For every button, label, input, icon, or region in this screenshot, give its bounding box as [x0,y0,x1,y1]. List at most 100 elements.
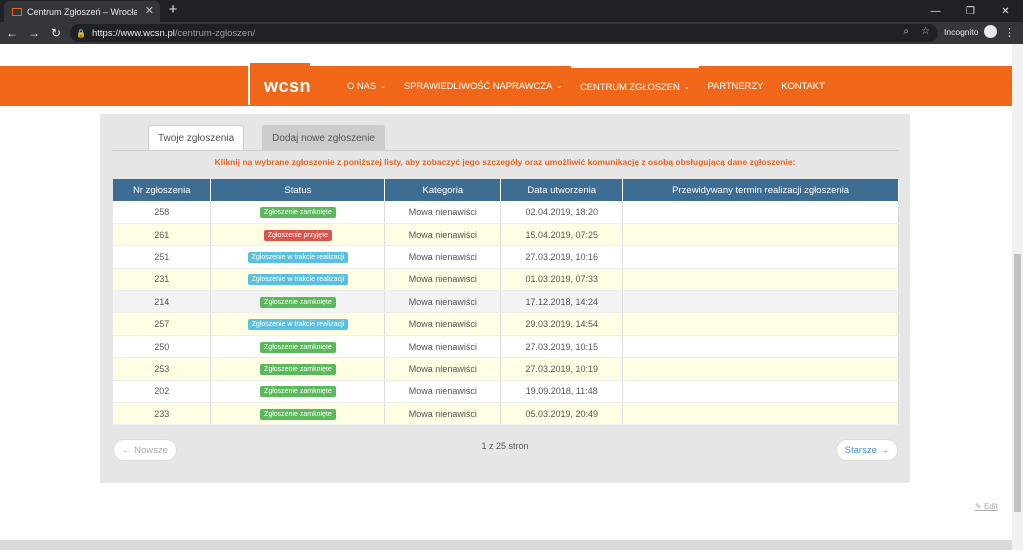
incognito-label: Incognito [944,26,979,37]
page-viewport: wcsn O NAS ⌄ SPRAWIEDLIWOŚĆ NAPRAWCZA ⌄ CE… [0,44,1012,550]
cell-status: Zgłoszenie zamknięte [210,357,386,381]
nav-label: KONTAKT [781,80,825,92]
zoom-search-icon[interactable]: ⌕ [903,26,909,37]
lock-icon: 🔒 [76,28,86,38]
table-row[interactable]: 214 Zgłoszenie zamknięte Mowa nienawiści… [113,290,899,314]
cell-created: 02.04.2019, 18:20 [500,201,624,224]
new-tab-button[interactable]: + [164,1,182,21]
cell-category: Mowa nienawiści [384,245,502,269]
cell-category: Mowa nienawiści [384,380,502,404]
cell-due [622,268,899,292]
cell-created: 27.03.2019, 10:15 [500,335,624,359]
site-favicon-icon [12,7,22,16]
cell-number: 257 [113,312,212,336]
restore-icon[interactable]: ❐ [953,0,988,22]
tab-close-icon[interactable]: ✕ [145,4,154,17]
cell-created: 19.09.2018, 11:48 [500,380,624,404]
cell-created: 27.03.2019, 10:19 [500,357,624,381]
nav-item-o-nas[interactable]: O NAS ⌄ [338,66,395,106]
status-badge: Zgłoszenie zamknięte [260,363,336,375]
close-window-icon[interactable]: ✕ [988,0,1023,22]
col-header-number: Nr zgłoszenia [113,179,212,201]
browser-tab[interactable]: Centrum Zgłoszeń – Wrocławskie ✕ [4,1,160,22]
incognito-indicator[interactable]: Incognito [944,25,997,38]
chevron-down-icon: ⌄ [380,83,386,90]
table-row[interactable]: 253 Zgłoszenie zamknięte Mowa nienawiści… [113,357,899,381]
cell-due [622,245,899,269]
nav-item-centrum-zgloszen[interactable]: CENTRUM ZGŁOSZEŃ ⌄ [570,66,699,106]
nav-item-kontakt[interactable]: KONTAKT [772,66,833,106]
minimize-icon[interactable]: — [918,0,953,22]
cell-category: Mowa nienawiści [384,312,502,336]
tab-divider [112,150,899,151]
site-navbar: wcsn O NAS ⌄ SPRAWIEDLIWOŚĆ NAPRAWCZA ⌄ CE… [0,61,1012,106]
edit-link[interactable]: ✎ Edit [975,502,998,511]
address-bar[interactable]: 🔒 https://www.wcsn.pl/centrum-zgloszen/ … [70,24,938,42]
nav-label: PARTNERZY [707,80,764,92]
instruction-text: Kliknij na wybrane zgłoszenie z poniższe… [214,157,796,167]
table-header-row: Nr zgłoszenia Status Kategoria Data utwo… [113,179,899,201]
table-row[interactable]: 231 Zgłoszenie w trakcie realizacji Mowa… [113,268,899,292]
cell-category: Mowa nienawiści [384,223,502,247]
status-badge: Zgłoszenie zamknięte [260,341,336,353]
table-row[interactable]: 202 Zgłoszenie zamknięte Mowa nienawiści… [113,380,899,404]
nav-label: SPRAWIEDLIWOŚĆ NAPRAWCZA [403,80,553,92]
cell-created: 15.04.2019, 07:25 [500,223,624,247]
table-row[interactable]: 251 Zgłoszenie w trakcie realizacji Mowa… [113,245,899,269]
chevron-down-icon: ⌄ [683,84,690,91]
window-controls: — ❐ ✕ [918,0,1023,22]
nav-item-partnerzy[interactable]: PARTNERZY [699,66,773,106]
cell-number: 214 [113,290,212,314]
cell-category: Mowa nienawiści [384,290,502,314]
page-scrollbar[interactable] [1012,44,1023,550]
status-badge: Zgłoszenie przyjęte [263,229,333,241]
site-logo[interactable]: wcsn [248,61,311,105]
table-row[interactable]: 261 Zgłoszenie przyjęte Mowa nienawiści … [113,223,899,247]
cell-due [622,201,899,224]
table-row[interactable]: 257 Zgłoszenie w trakcie realizacji Mowa… [113,312,899,336]
browser-menu-icon[interactable]: ⋮ [1004,26,1015,39]
browser-tabstrip: Centrum Zgłoszeń – Wrocławskie ✕ + — ❐ ✕ [0,0,1023,22]
status-badge: Zgłoszenie zamknięte [260,206,336,218]
cell-number: 202 [113,380,212,404]
cell-created: 05.03.2019, 20:49 [500,402,624,426]
cell-category: Mowa nienawiści [384,335,502,359]
cell-number: 233 [113,402,212,426]
reload-icon[interactable]: ↻ [46,23,66,43]
reports-table: Nr zgłoszenia Status Kategoria Data utwo… [113,179,899,426]
cell-due [622,380,899,404]
url-host: https://www.wcsn.pl [91,27,175,39]
back-icon[interactable]: ← [2,23,22,43]
scrollbar-thumb[interactable] [1014,254,1021,512]
bookmark-star-icon[interactable]: ☆ [921,26,930,37]
nav-item-sprawiedliwosc[interactable]: SPRAWIEDLIWOŚĆ NAPRAWCZA ⌄ [395,66,571,106]
pager-info: 1 z 25 stron [481,441,529,451]
forward-icon[interactable]: → [24,23,44,43]
cell-status: Zgłoszenie w trakcie realizacji [210,268,386,292]
status-badge: Zgłoszenie zamknięte [260,386,336,398]
table-row[interactable]: 250 Zgłoszenie zamknięte Mowa nienawiści… [113,335,899,359]
status-badge: Zgłoszenie w trakcie realizacji [247,274,349,286]
cell-number: 250 [113,335,212,359]
cell-status: Zgłoszenie zamknięte [210,402,386,426]
incognito-icon [983,25,997,38]
cell-created: 29.03.2019, 14:54 [500,312,624,336]
status-badge: Zgłoszenie w trakcie realizacji [247,319,349,331]
tab-add-report[interactable]: Dodaj nowe zgłoszenie [262,125,385,151]
cell-created: 01.03.2019, 07:33 [500,268,624,292]
table-row[interactable]: 258 Zgłoszenie zamknięte Mowa nienawiści… [113,201,899,224]
cell-status: Zgłoszenie w trakcie realizacji [210,245,386,269]
status-badge: Zgłoszenie w trakcie realizacji [247,251,349,263]
tab-title: Centrum Zgłoszeń – Wrocławskie [27,6,137,17]
edit-label: Edit [983,502,998,511]
cell-number: 253 [113,357,212,381]
cell-due [622,402,899,426]
col-header-status: Status [210,179,386,201]
col-header-created: Data utworzenia [500,179,624,201]
main-nav: O NAS ⌄ SPRAWIEDLIWOŚĆ NAPRAWCZA ⌄ CENTRUM… [338,66,834,106]
pager-older-button[interactable]: Starsze → [835,439,898,461]
table-row[interactable]: 233 Zgłoszenie zamknięte Mowa nienawiści… [113,402,899,426]
tab-my-reports[interactable]: Twoje zgłoszenia [148,125,245,151]
cell-status: Zgłoszenie zamknięte [210,201,386,224]
nav-label: CENTRUM ZGŁOSZEŃ [579,81,680,93]
